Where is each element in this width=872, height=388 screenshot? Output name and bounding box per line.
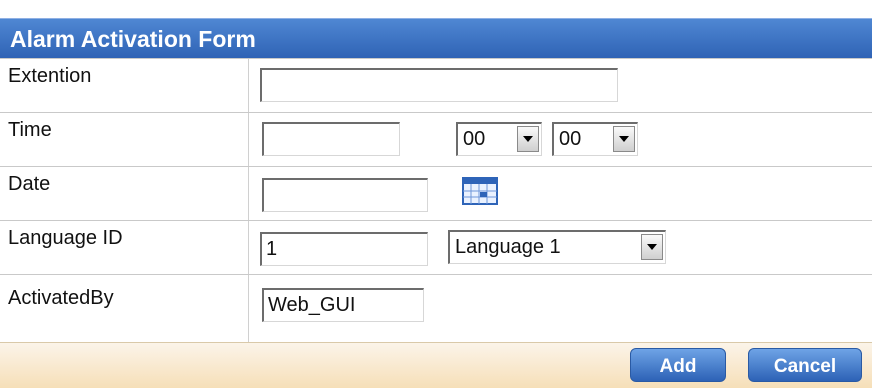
language-id-label: Language ID xyxy=(8,227,123,249)
chevron-down-icon[interactable] xyxy=(641,234,663,260)
cancel-button[interactable]: Cancel xyxy=(748,348,862,382)
form-title: Alarm Activation Form xyxy=(0,18,872,58)
row-date: Date xyxy=(0,166,872,220)
minute-value: 00 xyxy=(559,128,582,150)
hour-value: 00 xyxy=(463,128,486,150)
chevron-down-icon[interactable] xyxy=(517,126,539,152)
calendar-icon[interactable] xyxy=(462,177,498,205)
language-id-input[interactable]: 1 xyxy=(260,232,428,266)
row-time: Time xyxy=(0,112,872,166)
activated-by-label: ActivatedBy xyxy=(8,287,114,309)
alarm-activation-form: Alarm Activation Form Extention Time 00 … xyxy=(0,0,872,388)
hour-select[interactable]: 00 xyxy=(456,122,542,156)
minute-select[interactable]: 00 xyxy=(552,122,638,156)
time-input[interactable] xyxy=(262,122,400,156)
date-input[interactable] xyxy=(262,178,428,212)
activated-by-input[interactable]: Web_GUI xyxy=(262,288,424,322)
extension-label: Extention xyxy=(8,65,92,87)
time-label: Time xyxy=(8,119,52,141)
row-language-id: Language ID xyxy=(0,220,872,274)
chevron-down-icon[interactable] xyxy=(613,126,635,152)
language-select-value: Language 1 xyxy=(455,236,561,258)
row-activated-by: ActivatedBy xyxy=(0,274,872,342)
form-footer: Add Cancel xyxy=(0,342,872,388)
language-select[interactable]: Language 1 xyxy=(448,230,666,264)
add-button[interactable]: Add xyxy=(630,348,726,382)
extension-input[interactable] xyxy=(260,68,618,102)
date-label: Date xyxy=(8,173,51,195)
